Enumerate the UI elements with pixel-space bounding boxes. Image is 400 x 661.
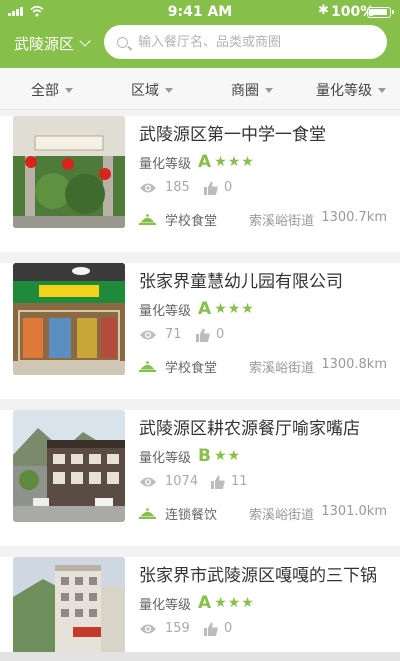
restaurant-photo (13, 557, 125, 652)
views-count: 159 (165, 621, 190, 636)
distance-label: 1301.0km (321, 504, 387, 519)
thumbs-up-icon (204, 622, 218, 636)
restaurant-name: 张家界童慧幼儿园有限公司 (139, 272, 343, 292)
likes-count: 11 (231, 474, 248, 489)
restaurant-list: 武陵源区第一中学一食堂 量化等级 A ★★★ 185 0 学校食堂 索溪峪街道 … (0, 111, 400, 652)
views-stat: 1074 (139, 474, 198, 489)
rating-label: 量化等级 (139, 597, 192, 613)
likes-count: 0 (224, 180, 233, 195)
views-count: 71 (165, 327, 182, 342)
rating-stars: ★★★ (214, 154, 255, 170)
restaurant-card[interactable]: 张家界市武陵源区嘎嘎的三下锅 量化等级 A ★★★ 159 0 (0, 557, 400, 652)
restaurant-photo (13, 263, 125, 375)
restaurant-photo (13, 410, 125, 522)
search-input[interactable] (138, 34, 378, 50)
battery-icon (367, 7, 394, 18)
street-label: 索溪峪街道 (249, 214, 315, 229)
views-stat: 71 (139, 327, 182, 342)
views-stat: 159 (139, 621, 190, 636)
rating-stars: ★★★ (214, 301, 255, 317)
city-selector[interactable]: 武陵源区 (14, 32, 91, 54)
rating-row: 量化等级 B ★★ (139, 446, 241, 466)
eye-icon (140, 330, 156, 339)
food-cover-icon (139, 214, 156, 225)
rating-label: 量化等级 (139, 450, 192, 466)
filter-bar: 全部 区域 商圈 量化等级 (0, 68, 400, 110)
thumbs-up-icon (204, 181, 218, 195)
eye-icon (140, 477, 156, 486)
restaurant-photo (13, 116, 125, 228)
grade-badge: A (198, 299, 212, 319)
filter-label: 商圈 (231, 83, 259, 99)
rating-row: 量化等级 A ★★★ (139, 299, 255, 319)
likes-stat: 11 (211, 474, 248, 489)
restaurant-name: 武陵源区耕农源餐厅喻家嘴店 (139, 419, 360, 439)
search-bar[interactable] (104, 25, 387, 59)
rating-row: 量化等级 A ★★★ (139, 152, 255, 172)
rating-stars: ★★ (213, 448, 242, 464)
grade-badge: B (198, 446, 211, 466)
distance-label: 1300.8km (321, 357, 387, 372)
dropdown-arrow-icon (265, 87, 273, 93)
eye-icon (140, 183, 156, 192)
rating-stars: ★★★ (214, 595, 255, 611)
category-row: 连锁餐饮 (139, 504, 217, 523)
filter-all[interactable]: 全部 (31, 80, 73, 100)
grade-badge: A (198, 152, 212, 172)
likes-count: 0 (216, 327, 225, 342)
eye-icon (140, 624, 156, 633)
street-label: 索溪峪街道 (249, 361, 315, 376)
filter-label: 全部 (31, 83, 59, 99)
likes-count: 0 (224, 621, 233, 636)
dropdown-arrow-icon (378, 87, 386, 93)
street-label: 索溪峪街道 (249, 508, 315, 523)
bluetooth-icon: ✱ (318, 3, 329, 18)
city-label: 武陵源区 (14, 34, 75, 53)
filter-label: 区域 (131, 83, 159, 99)
category-label: 连锁餐饮 (165, 508, 218, 523)
restaurant-card[interactable]: 武陵源区耕农源餐厅喻家嘴店 量化等级 B ★★ 1074 11 连锁餐饮 索溪峪… (0, 410, 400, 546)
filter-area[interactable]: 区域 (131, 80, 173, 100)
category-row: 学校食堂 (139, 210, 217, 229)
views-count: 185 (165, 180, 190, 195)
category-label: 学校食堂 (165, 214, 218, 229)
category-label: 学校食堂 (165, 361, 218, 376)
filter-rating-level[interactable]: 量化等级 (316, 80, 386, 100)
category-row: 学校食堂 (139, 357, 217, 376)
grade-badge: A (198, 593, 212, 613)
filter-label: 量化等级 (316, 83, 372, 99)
thumbs-up-icon (211, 475, 225, 489)
header-bar: 9:41 AM ✱ 100% 武陵源区 (0, 0, 400, 68)
bottom-divider (0, 652, 400, 661)
distance-label: 1300.7km (321, 210, 387, 225)
likes-stat: 0 (204, 621, 232, 636)
rating-label: 量化等级 (139, 303, 192, 319)
food-cover-icon (139, 508, 156, 519)
dropdown-arrow-icon (165, 87, 173, 93)
dropdown-arrow-icon (65, 87, 73, 93)
filter-business-district[interactable]: 商圈 (231, 80, 273, 100)
status-bar: 9:41 AM ✱ 100% (0, 0, 400, 24)
chevron-down-icon (79, 35, 91, 47)
views-count: 1074 (165, 474, 199, 489)
restaurant-name: 武陵源区第一中学一食堂 (139, 125, 326, 145)
restaurant-card[interactable]: 武陵源区第一中学一食堂 量化等级 A ★★★ 185 0 学校食堂 索溪峪街道 … (0, 116, 400, 252)
likes-stat: 0 (204, 180, 232, 195)
rating-row: 量化等级 A ★★★ (139, 593, 255, 613)
food-cover-icon (139, 361, 156, 372)
restaurant-card[interactable]: 张家界童慧幼儿园有限公司 量化等级 A ★★★ 71 0 学校食堂 索溪峪街道 … (0, 263, 400, 399)
search-icon (117, 36, 128, 48)
likes-stat: 0 (196, 327, 224, 342)
rating-label: 量化等级 (139, 156, 192, 172)
restaurant-name: 张家界市武陵源区嘎嘎的三下锅 (139, 566, 377, 586)
thumbs-up-icon (196, 328, 210, 342)
views-stat: 185 (139, 180, 190, 195)
